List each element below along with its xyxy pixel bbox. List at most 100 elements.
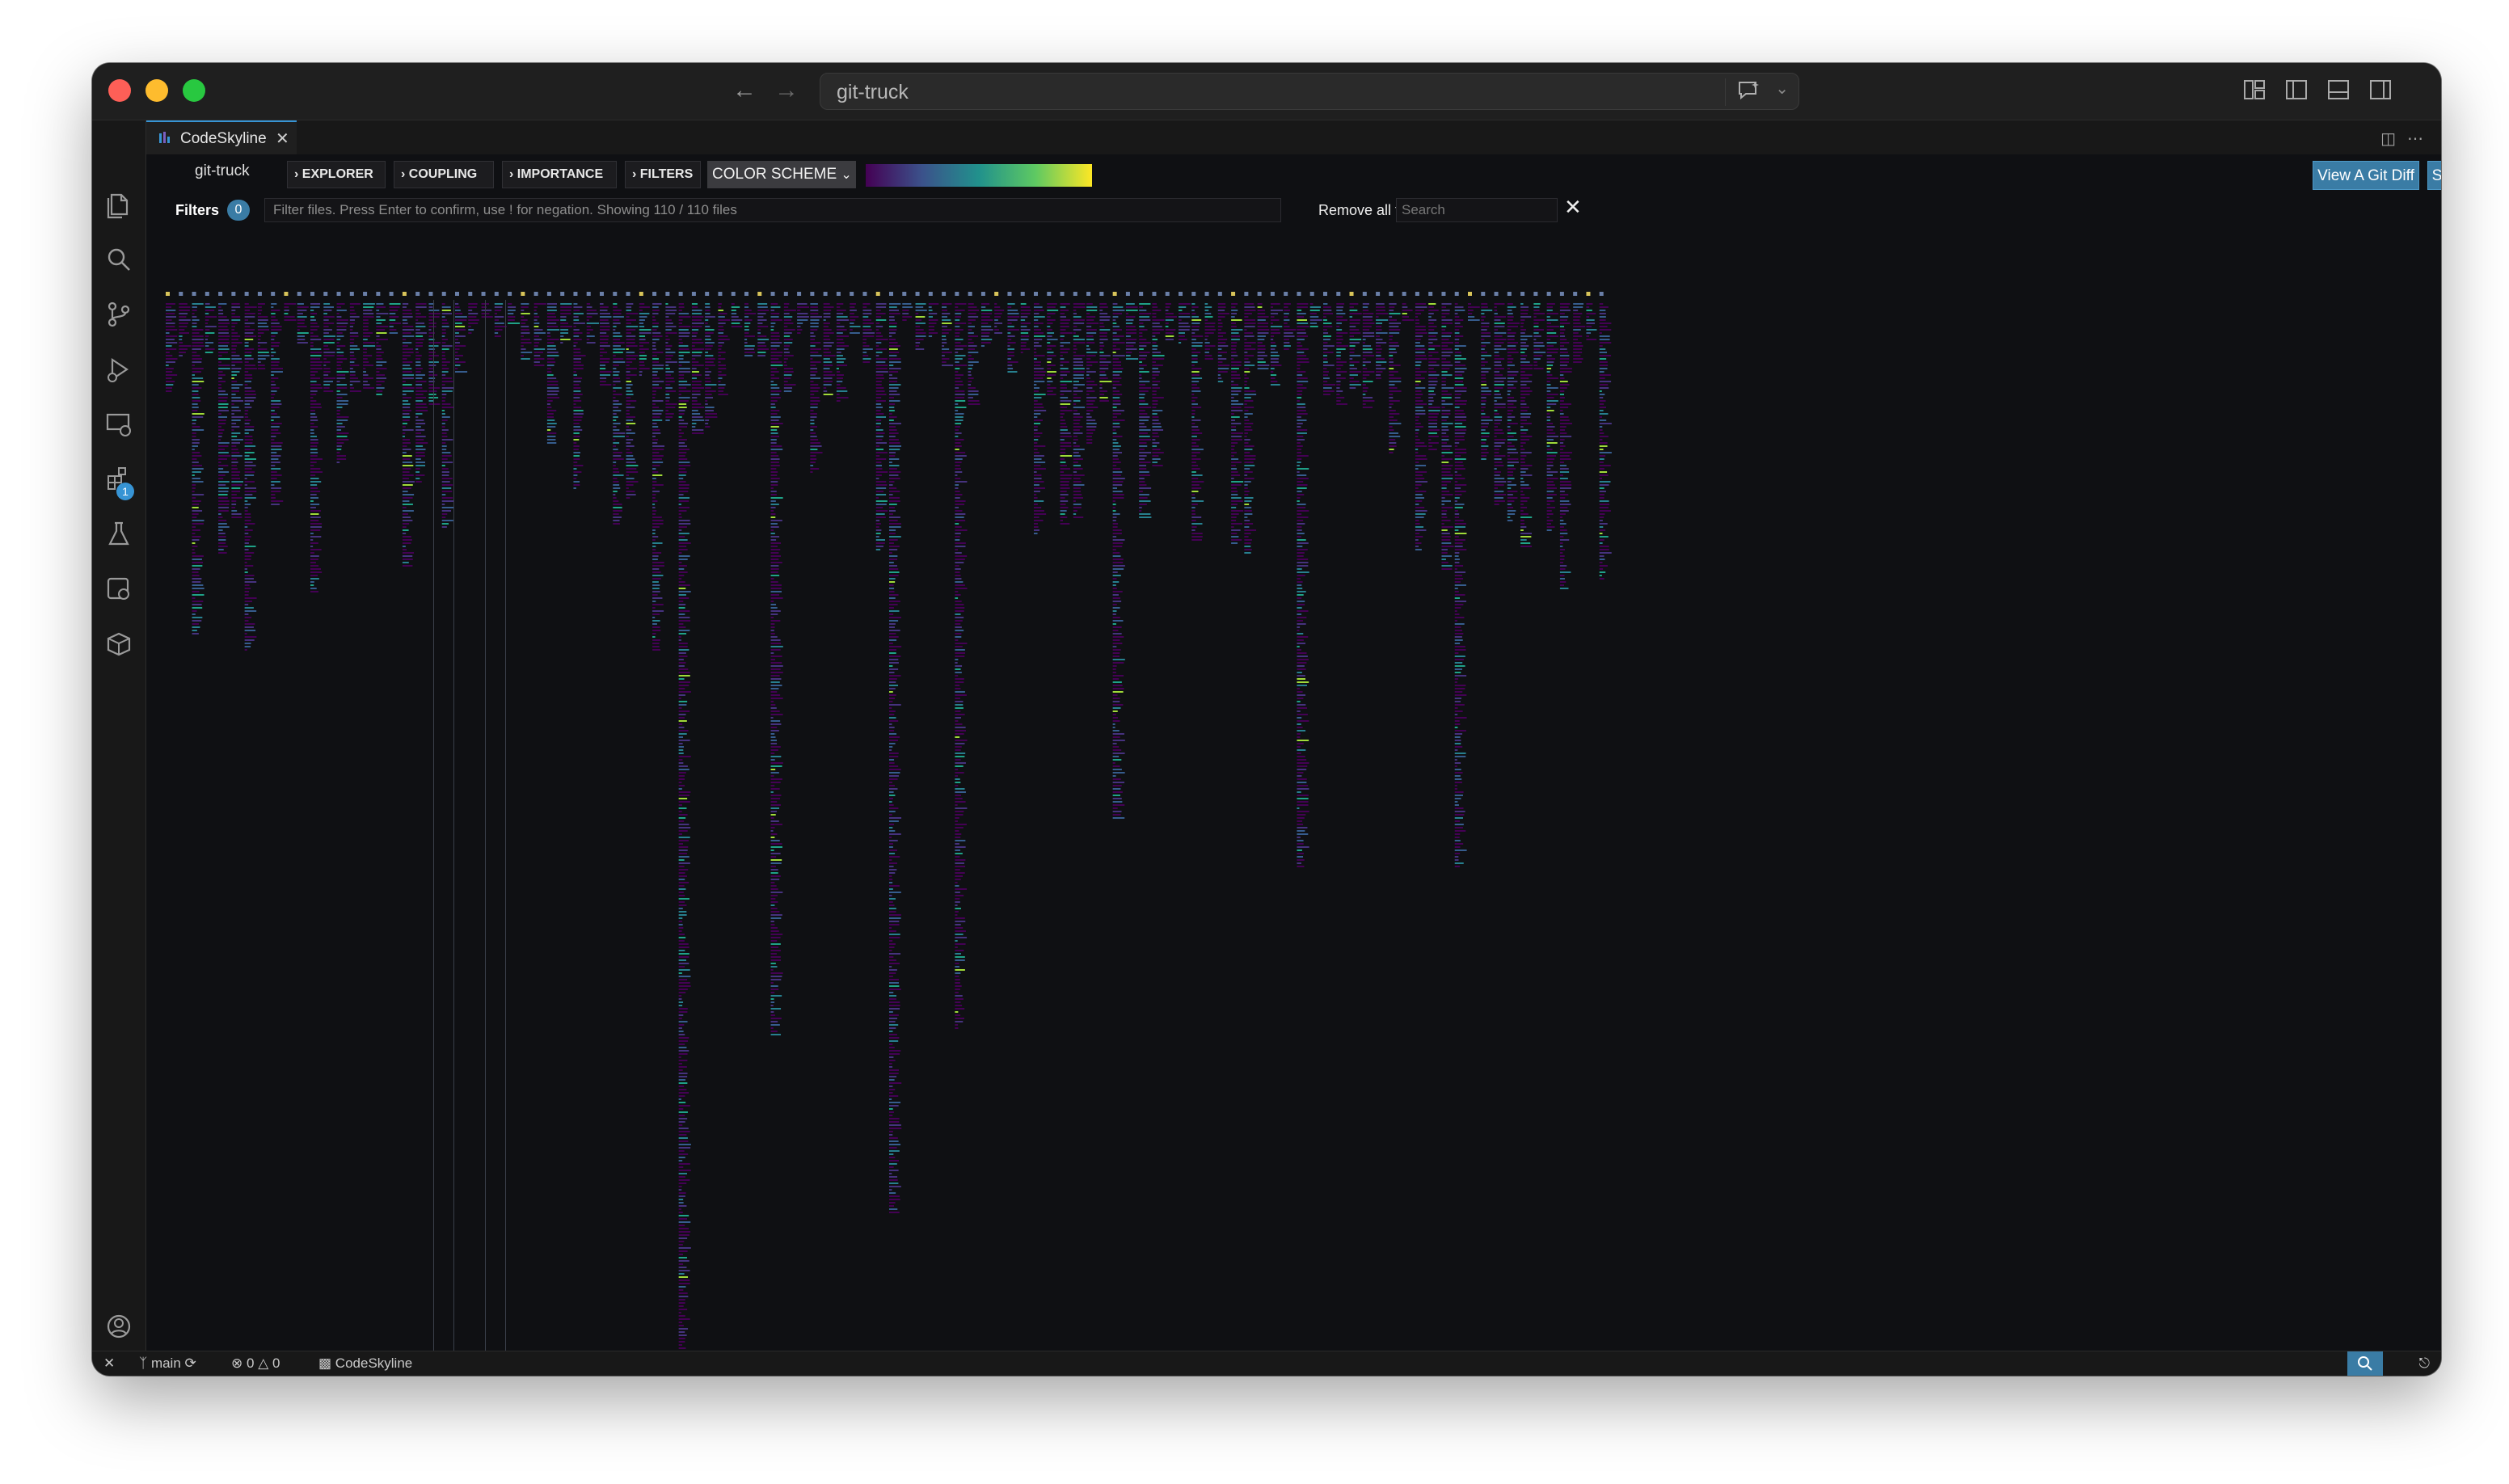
code-line [875, 474, 882, 476]
code-line [770, 992, 775, 993]
code-line [1217, 355, 1222, 356]
zoom-window-button[interactable] [183, 79, 205, 102]
color-scheme-select[interactable]: COLOR SCHEME ⌄ [707, 161, 856, 188]
tab-codeskyline[interactable]: CodeSkyline ✕ [146, 120, 297, 154]
chevron-down-icon[interactable]: ⌄ [1775, 78, 1789, 99]
code-line [1086, 332, 1097, 334]
testing-icon[interactable] [104, 520, 133, 549]
code-line [678, 484, 689, 486]
toggle-secondary-sidebar-icon[interactable] [2368, 78, 2393, 102]
codeskyline-icon[interactable] [104, 630, 133, 659]
code-line [718, 316, 725, 318]
code-line [218, 400, 227, 402]
code-line [1073, 361, 1084, 363]
code-line [1034, 500, 1044, 502]
search-input[interactable]: Search [1396, 198, 1558, 222]
code-line [1073, 397, 1082, 398]
code-line [889, 901, 893, 903]
code-line [626, 432, 635, 434]
back-arrow-icon[interactable]: ← [732, 76, 757, 105]
code-line [770, 917, 782, 919]
filter-input[interactable]: Filter files. Press Enter to confirm, us… [264, 198, 1281, 222]
split-editor-icon[interactable]: ◫ [2380, 129, 2396, 149]
settings-button[interactable]: Settings [2427, 161, 2441, 190]
close-icon[interactable]: ✕ [276, 129, 289, 149]
code-line [402, 484, 413, 486]
code-line [402, 310, 412, 311]
clear-search-icon[interactable]: ✕ [1564, 195, 1582, 220]
file-type-icon [179, 292, 183, 296]
code-line [889, 462, 892, 463]
code-line [205, 332, 215, 334]
toggle-panel-icon[interactable] [2326, 78, 2351, 102]
code-line [271, 426, 280, 428]
more-actions-icon[interactable]: ⋯ [2407, 129, 2423, 149]
code-line [573, 478, 577, 479]
code-line [349, 319, 356, 321]
code-line [889, 510, 896, 512]
coupling-toggle-button[interactable]: › COUPLING [394, 161, 494, 188]
code-line [652, 581, 659, 583]
code-line [613, 339, 621, 340]
search-icon[interactable] [104, 245, 133, 274]
code-line [244, 562, 247, 563]
run-debug-icon[interactable] [104, 355, 133, 384]
code-line [310, 400, 317, 402]
code-line [1441, 436, 1449, 437]
explorer-toggle-button[interactable]: › EXPLORER [287, 161, 386, 188]
code-line [297, 310, 307, 311]
code-line [889, 1183, 899, 1184]
code-line [244, 507, 248, 508]
code-line [1086, 365, 1093, 366]
code-line [244, 352, 252, 353]
code-line [1152, 416, 1159, 418]
forward-arrow-icon[interactable]: → [774, 76, 799, 105]
code-line [1112, 791, 1123, 793]
explorer-icon[interactable] [104, 190, 133, 219]
code-line [1060, 523, 1070, 525]
code-line [166, 326, 175, 327]
code-line [1020, 332, 1029, 334]
code-line [415, 368, 423, 369]
code-line [244, 487, 257, 489]
customize-layout-icon[interactable] [2242, 78, 2267, 102]
command-center[interactable]: git-truck ⌄ [820, 73, 1799, 110]
code-line [521, 332, 530, 334]
code-line [1349, 306, 1354, 308]
file-type-icon [639, 292, 643, 296]
filters-toggle-button[interactable]: › FILTERS [625, 161, 701, 188]
source-control-icon[interactable] [104, 300, 133, 329]
code-line [889, 407, 895, 408]
remote-explorer-icon[interactable] [104, 410, 133, 439]
importance-toggle-button[interactable]: › IMPORTANCE [502, 161, 617, 188]
code-line [1112, 623, 1116, 625]
code-line [955, 869, 960, 871]
code-line [1402, 313, 1407, 314]
code-line [1047, 348, 1052, 350]
toggle-primary-sidebar-icon[interactable] [2284, 78, 2309, 102]
code-line [1441, 510, 1448, 512]
chat-icon[interactable] [1737, 80, 1761, 101]
code-line [889, 859, 892, 861]
code-line [889, 484, 893, 486]
code-line [770, 652, 774, 654]
code-line [244, 449, 251, 450]
code-line [1034, 400, 1038, 402]
gitlens-icon[interactable] [104, 575, 133, 604]
code-line [678, 1250, 688, 1252]
filters-label[interactable]: Filters [175, 198, 219, 222]
code-line [1297, 643, 1306, 644]
code-line [639, 306, 650, 308]
code-line [336, 342, 339, 344]
code-line [678, 785, 685, 786]
account-icon[interactable] [104, 1312, 133, 1341]
minimize-window-button[interactable] [145, 79, 168, 102]
code-line [1257, 345, 1266, 347]
code-line [1389, 339, 1393, 340]
code-line [1349, 374, 1358, 376]
view-git-diff-button[interactable]: View A Git Diff [2313, 161, 2419, 190]
code-line [889, 481, 895, 483]
code-line [862, 348, 873, 350]
close-window-button[interactable] [108, 79, 131, 102]
code-line [1217, 313, 1229, 314]
